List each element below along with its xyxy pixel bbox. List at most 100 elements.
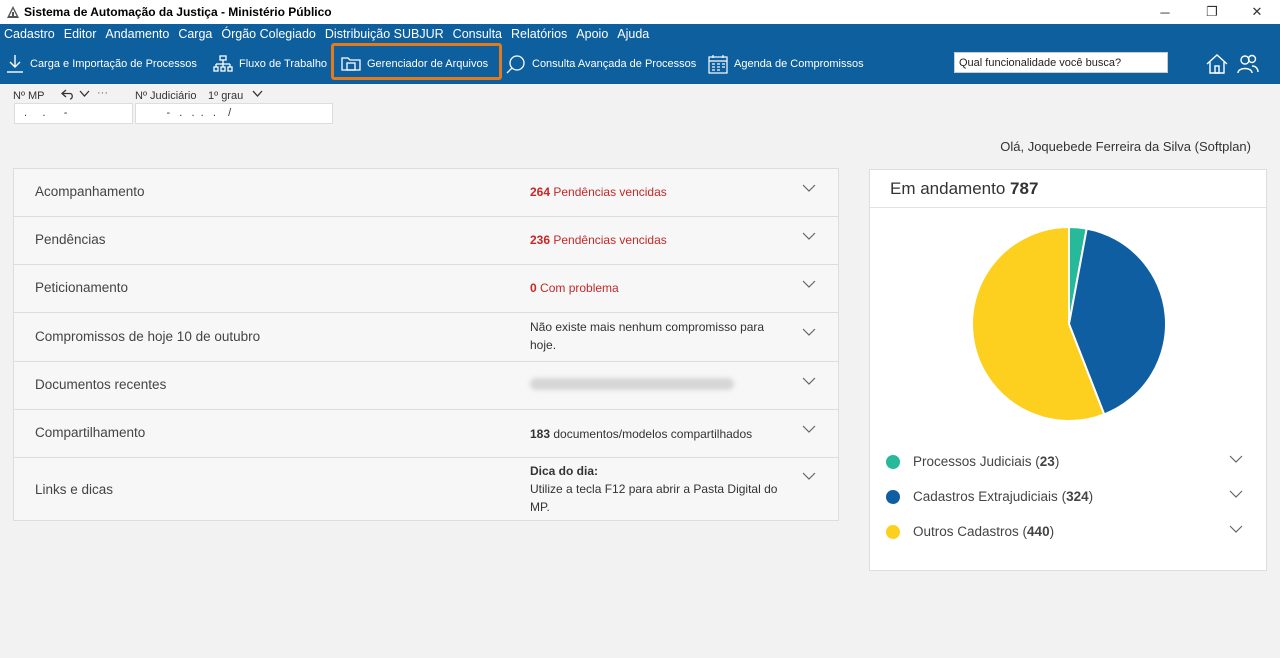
legend-dot xyxy=(886,454,900,469)
problem-text: Com problema xyxy=(540,281,619,295)
menu-orgao-colegiado[interactable]: Órgão Colegiado xyxy=(221,27,316,41)
tip-title: Dica do dia: xyxy=(530,464,599,478)
menu-relatorios[interactable]: Relatórios xyxy=(511,27,567,41)
users-icon[interactable] xyxy=(1236,52,1260,76)
menu-apoio[interactable]: Apoio xyxy=(576,27,608,41)
instance-chevron-icon[interactable] xyxy=(252,90,263,98)
agenda-button[interactable]: Agenda de Compromissos xyxy=(708,44,864,84)
workflow-button[interactable]: Fluxo de Trabalho xyxy=(213,44,327,84)
card-title: Em andamento xyxy=(890,179,1006,198)
restore-button[interactable]: ❐ xyxy=(1189,0,1235,24)
problem-count: 0 xyxy=(530,281,537,295)
chevron-down-icon[interactable] xyxy=(802,328,816,337)
overdue-text: Pendências vencidas xyxy=(553,185,667,199)
accordion-row-compromissos[interactable]: Compromissos de hoje 10 de outubro Não e… xyxy=(14,313,838,362)
legend-label: Outros Cadastros xyxy=(913,524,1019,539)
legend-label: Cadastros Extrajudiciais xyxy=(913,489,1058,504)
shared-text: documentos/modelos compartilhados xyxy=(553,427,753,441)
legend-dot xyxy=(886,524,900,539)
accordion-row-links[interactable]: Links e dicas Dica do dia: Utilize a tec… xyxy=(14,458,838,520)
import-label: Carga e Importação de Processos xyxy=(30,58,197,70)
menu-distribuicao[interactable]: Distribuição SUBJUR xyxy=(325,27,444,41)
chevron-down-icon[interactable] xyxy=(1229,490,1243,499)
functionality-search-input[interactable] xyxy=(954,52,1168,73)
row-info: 0 Com problema xyxy=(530,279,619,297)
pie-chart xyxy=(971,225,1167,422)
minimize-button[interactable]: ─ xyxy=(1142,0,1188,24)
tip-of-the-day: Dica do dia: Utilize a tecla F12 para ab… xyxy=(530,462,780,516)
chevron-down-icon[interactable] xyxy=(79,90,90,98)
menu-carga[interactable]: Carga xyxy=(178,27,212,41)
row-info: 183 documentos/modelos compartilhados xyxy=(530,425,752,443)
download-icon xyxy=(7,55,23,73)
overdue-count: 236 xyxy=(530,233,551,247)
tip-text: Utilize a tecla F12 para abrir a Pasta D… xyxy=(530,482,778,514)
file-manager-highlight xyxy=(331,43,502,80)
accordion-row-compartilhamento[interactable]: Compartilhamento 183 documentos/modelos … xyxy=(14,410,838,458)
overdue-count: 264 xyxy=(530,185,551,199)
mp-number-input[interactable]: . . - xyxy=(14,103,133,124)
shared-count: 183 xyxy=(530,427,551,441)
legend-label: Processos Judiciais xyxy=(913,454,1032,469)
row-info: 236 Pendências vencidas xyxy=(530,231,667,249)
card-total: 787 xyxy=(1010,179,1039,198)
user-greeting: Olá, Joquebede Ferreira da Silva (Softpl… xyxy=(1000,139,1251,154)
advanced-search-label: Consulta Avançada de Processos xyxy=(532,58,697,70)
advanced-search-button[interactable]: Consulta Avançada de Processos xyxy=(506,44,696,84)
more-options-icon[interactable]: ··· xyxy=(97,87,108,99)
sitemap-icon xyxy=(213,55,233,72)
menu-bar: Cadastro Editor Andamento Carga Órgão Co… xyxy=(0,24,1280,44)
row-label: Documentos recentes xyxy=(35,377,167,392)
menu-consulta[interactable]: Consulta xyxy=(453,27,502,41)
card-header: Em andamento 787 xyxy=(870,170,1266,208)
home-icon[interactable] xyxy=(1205,52,1229,76)
calendar-icon xyxy=(708,55,728,74)
row-label: Links e dicas xyxy=(35,482,114,497)
chevron-down-icon[interactable] xyxy=(1229,525,1243,534)
row-label: Compromissos de hoje 10 de outubro xyxy=(35,329,261,344)
overdue-text: Pendências vencidas xyxy=(553,233,667,247)
row-info: Não existe mais nenhum compromisso para … xyxy=(530,320,765,352)
accordion-row-acompanhamento[interactable]: Acompanhamento 264 Pendências vencidas xyxy=(14,169,838,217)
row-label: Peticionamento xyxy=(35,280,129,295)
accordion-row-peticionamento[interactable]: Peticionamento 0 Com problema xyxy=(14,265,838,313)
chevron-down-icon[interactable] xyxy=(802,280,816,289)
judicial-number-input[interactable]: - . . . . / xyxy=(135,103,333,124)
menu-editor[interactable]: Editor xyxy=(64,27,97,41)
accordion-row-pendencias[interactable]: Pendências 236 Pendências vencidas xyxy=(14,217,838,265)
undo-icon[interactable] xyxy=(61,89,75,100)
instance-select[interactable]: 1º grau xyxy=(208,90,243,102)
chevron-down-icon[interactable] xyxy=(802,472,816,481)
menu-ajuda[interactable]: Ajuda xyxy=(617,27,649,41)
chevron-down-icon[interactable] xyxy=(1229,455,1243,464)
row-label: Acompanhamento xyxy=(35,184,145,199)
legend-count: 440 xyxy=(1027,524,1050,539)
workflow-label: Fluxo de Trabalho xyxy=(239,58,328,70)
chevron-down-icon[interactable] xyxy=(802,232,816,241)
agenda-label: Agenda de Compromissos xyxy=(734,58,864,70)
app-logo-icon xyxy=(7,6,19,18)
close-button[interactable]: ✕ xyxy=(1234,0,1280,24)
legend-processos-judiciais[interactable]: Processos Judiciais (23) xyxy=(886,454,1059,469)
legend-count: 23 xyxy=(1039,454,1055,469)
menu-andamento[interactable]: Andamento xyxy=(105,27,169,41)
legend-outros-cadastros[interactable]: Outros Cadastros (440) xyxy=(886,524,1054,539)
accordion-row-documentos[interactable]: Documentos recentes xyxy=(14,362,838,410)
row-label: Pendências xyxy=(35,232,106,247)
legend-count: 324 xyxy=(1066,489,1089,504)
legend-cadastros-extrajudiciais[interactable]: Cadastros Extrajudiciais (324) xyxy=(886,489,1093,504)
mp-number-label: Nº MP xyxy=(13,90,45,102)
import-button[interactable]: Carga e Importação de Processos xyxy=(6,44,197,84)
chevron-down-icon[interactable] xyxy=(802,377,816,386)
blurred-document-link[interactable] xyxy=(530,378,734,390)
menu-cadastro[interactable]: Cadastro xyxy=(4,27,55,41)
title-bar: Sistema de Automação da Justiça - Minist… xyxy=(0,0,1280,24)
chevron-down-icon[interactable] xyxy=(802,184,816,193)
dashboard-accordion: Acompanhamento 264 Pendências vencidas P… xyxy=(13,168,839,521)
search-chat-icon xyxy=(506,55,525,74)
row-info: 264 Pendências vencidas xyxy=(530,183,667,201)
legend-dot xyxy=(886,489,900,504)
window-title: Sistema de Automação da Justiça - Minist… xyxy=(24,5,332,19)
chevron-down-icon[interactable] xyxy=(802,425,816,434)
row-label: Compartilhamento xyxy=(35,425,146,440)
